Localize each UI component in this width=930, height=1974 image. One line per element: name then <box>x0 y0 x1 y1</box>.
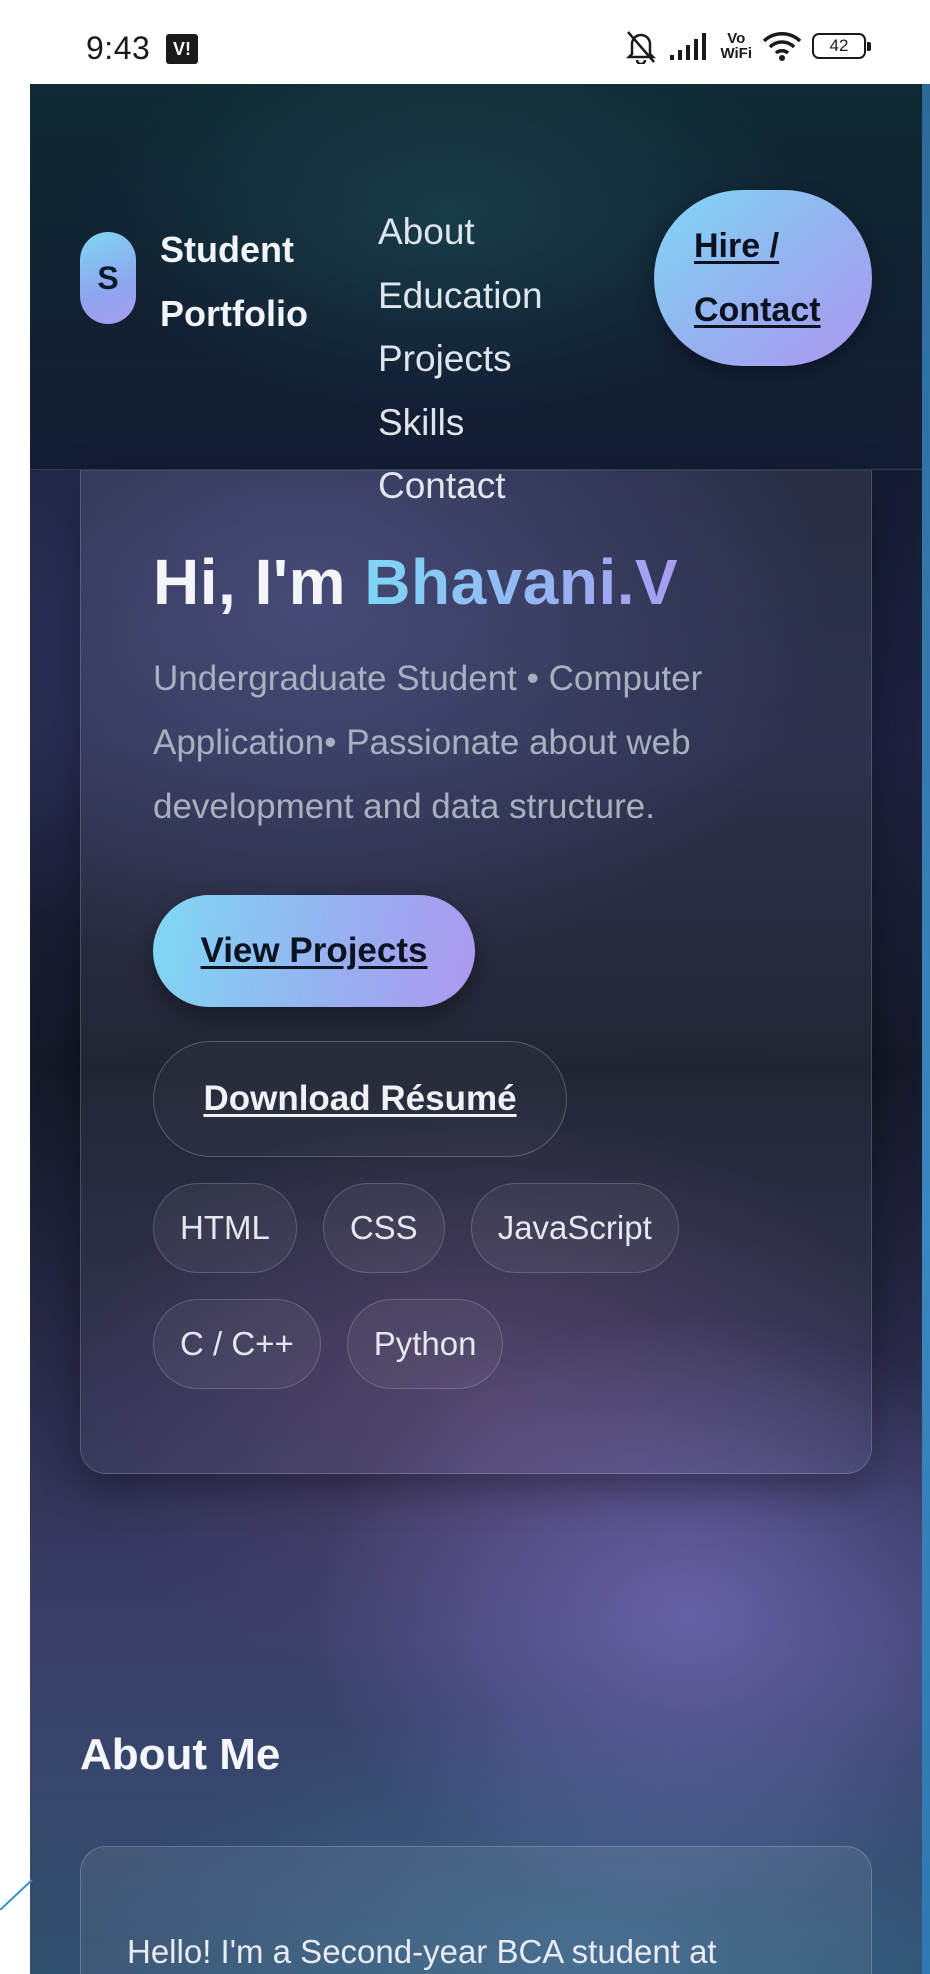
brand-line1: Student <box>160 229 294 270</box>
status-icons: Vo WiFi 42 <box>624 26 871 66</box>
vowifi-line2: WiFi <box>720 45 752 62</box>
about-text: Hello! I'm a Second-year BCA student at <box>127 1933 717 1970</box>
skill-chip-python: Python <box>346 1299 504 1389</box>
vowifi-icon: Vo WiFi <box>720 31 752 61</box>
skill-chip-html: HTML <box>153 1183 297 1273</box>
skill-chip-c-cpp: C / C++ <box>153 1299 321 1389</box>
nav-link-education[interactable]: Education <box>378 264 543 328</box>
signal-icon <box>670 33 707 60</box>
hero-heading: Hi, I'm Bhavani.V <box>153 545 678 619</box>
hire-line2: Contact <box>694 291 821 329</box>
brand-name[interactable]: Student Portfolio <box>160 218 330 346</box>
view-projects-button[interactable]: View Projects <box>153 895 475 1007</box>
brand-line2: Portfolio <box>160 293 308 334</box>
app-notification-icon: V! <box>166 34 198 64</box>
hero-greeting: Hi, I'm <box>153 546 365 618</box>
bell-muted-icon <box>626 31 657 64</box>
vowifi-line1: Vo <box>727 30 746 47</box>
skill-chip-css: CSS <box>322 1183 445 1273</box>
hire-contact-button[interactable]: Hire / Contact <box>654 190 872 366</box>
nav-link-skills[interactable]: Skills <box>378 391 543 455</box>
hero-card: Hi, I'm Bhavani.V Undergraduate Student … <box>80 470 872 1474</box>
logo-badge[interactable]: S <box>80 232 136 324</box>
nav-link-about[interactable]: About <box>378 200 543 264</box>
battery-icon: 42 <box>812 33 871 59</box>
about-card: Hello! I'm a Second-year BCA student at <box>80 1846 872 1974</box>
skill-chip-javascript: JavaScript <box>470 1183 679 1273</box>
screen-edge <box>922 84 930 1974</box>
status-bar: 9:43 V! Vo WiFi 42 <box>0 0 930 84</box>
site-header: S Student Portfolio About Education Proj… <box>30 84 922 506</box>
hire-line1: Hire / <box>694 227 780 265</box>
webpage-viewport: S Student Portfolio About Education Proj… <box>30 84 922 1974</box>
hero-name: Bhavani.V <box>364 546 679 618</box>
status-time: 9:43 <box>86 30 151 66</box>
decorative-line <box>0 1879 33 1910</box>
skill-chips: HTML CSS JavaScript C / C++ Python <box>153 1183 773 1389</box>
download-resume-button[interactable]: Download Résumé <box>153 1041 567 1157</box>
about-heading: About Me <box>80 1730 281 1779</box>
wifi-icon <box>762 32 802 61</box>
nav-link-projects[interactable]: Projects <box>378 327 543 391</box>
hero-description: Undergraduate Student • Computer Applica… <box>153 659 703 826</box>
